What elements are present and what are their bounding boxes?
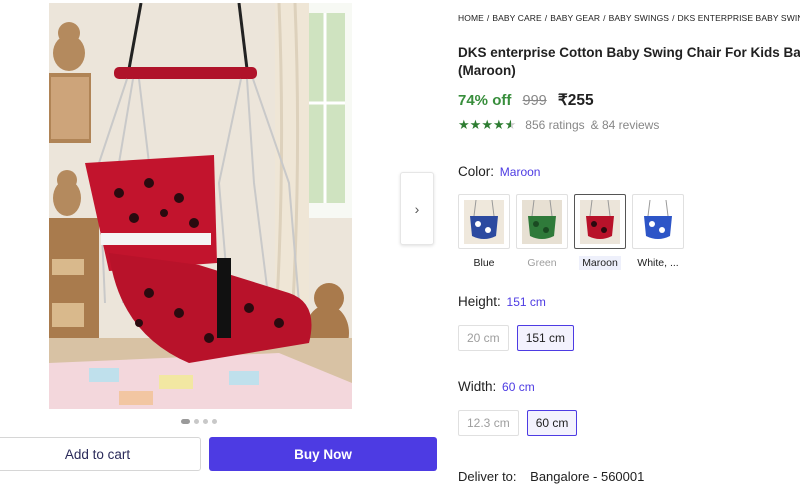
color-option-maroon[interactable]: Maroon (574, 194, 626, 270)
star-icon: ★ (469, 117, 482, 132)
breadcrumb-baby-gear[interactable]: BABY GEAR (550, 13, 600, 23)
height-label: Height: 151 cm (458, 294, 546, 309)
price-row: 74% off 999 ₹255 (458, 91, 594, 110)
breadcrumb-separator: / (486, 13, 490, 23)
width-option-selected[interactable]: 60 cm (526, 410, 578, 436)
color-label-text: Color: (458, 164, 495, 179)
product-details: HOME / BABY CARE / BABY GEAR / BABY SWINGS / DKS… (458, 0, 800, 489)
breadcrumb-separator: / (603, 13, 606, 23)
star-icon: ★ (492, 117, 505, 132)
rating-row[interactable]: ★ ★ ★ ★ ★ 856 ratings & 84 reviews (458, 118, 660, 133)
star-half-icon: ★ (504, 117, 517, 132)
color-option-label: Maroon (579, 256, 621, 270)
add-to-cart-button[interactable]: Add to cart (0, 437, 201, 471)
buy-now-button[interactable]: Buy Now (209, 437, 437, 471)
rating-stars: ★ ★ ★ ★ ★ (458, 118, 516, 132)
width-option[interactable]: 12.3 cm (458, 410, 519, 436)
selling-price: ₹255 (557, 92, 594, 109)
reviews-count: & 84 reviews (590, 118, 660, 132)
discount-percent: 74% off (458, 92, 512, 109)
height-option[interactable]: 20 cm (458, 325, 509, 351)
color-thumb (458, 194, 510, 249)
image-carousel-dots (181, 419, 217, 424)
width-label-text: Width: (458, 379, 497, 394)
color-option-label: Blue (473, 257, 495, 269)
product-main-image[interactable] (49, 3, 352, 409)
color-selected-value: Maroon (499, 165, 541, 179)
ratings-count: 856 ratings (525, 118, 585, 132)
carousel-dot[interactable] (203, 419, 208, 424)
carousel-dot[interactable] (194, 419, 199, 424)
breadcrumb-dks-swings[interactable]: DKS ENTERPRISE BABY SWINGS (678, 13, 800, 23)
delivery-row[interactable]: Deliver to: Bangalore - 560001 (458, 469, 644, 484)
color-option-label: White, ... (637, 257, 679, 269)
height-options: 20 cm 151 cm (458, 325, 575, 351)
breadcrumb-home[interactable]: HOME (458, 13, 484, 23)
chevron-right-icon: › (414, 200, 420, 217)
product-gallery: › Add to cart Buy Now (0, 0, 445, 489)
color-thumb (516, 194, 568, 249)
carousel-dot[interactable] (181, 419, 190, 424)
color-swatches: Blue Green Maroon White, ... (458, 194, 684, 270)
product-title: DKS enterprise Cotton Baby Swing Chair F… (458, 44, 800, 80)
color-label: Color: Maroon (458, 164, 540, 179)
height-label-text: Height: (458, 294, 501, 309)
delivery-location: Bangalore - 560001 (530, 469, 645, 484)
color-option-label: Green (527, 257, 557, 269)
color-option-blue[interactable]: Blue (458, 194, 510, 270)
color-option-green[interactable]: Green (516, 194, 568, 270)
original-price: 999 (522, 93, 547, 109)
breadcrumb: HOME / BABY CARE / BABY GEAR / BABY SWINGS / DKS… (458, 13, 800, 23)
width-selected-value: 60 cm (502, 380, 535, 394)
color-thumb (632, 194, 684, 249)
baby-swing-photo (49, 3, 352, 409)
breadcrumb-baby-care[interactable]: BABY CARE (492, 13, 541, 23)
star-icon: ★ (458, 117, 470, 132)
width-options: 12.3 cm 60 cm (458, 410, 578, 436)
breadcrumb-baby-swings[interactable]: BABY SWINGS (609, 13, 669, 23)
next-image-button[interactable]: › (400, 172, 434, 245)
star-icon: ★ (481, 117, 493, 132)
product-title-line-2: (Maroon) (458, 63, 516, 78)
product-title-line-1: DKS enterprise Cotton Baby Swing Chair F… (458, 45, 800, 60)
carousel-dot[interactable] (212, 419, 217, 424)
color-thumb (574, 194, 626, 249)
width-label: Width: 60 cm (458, 379, 535, 394)
breadcrumb-separator: / (672, 13, 675, 23)
deliver-to-label: Deliver to: (458, 469, 517, 484)
height-option-selected[interactable]: 151 cm (516, 325, 575, 351)
breadcrumb-separator: / (544, 13, 548, 23)
color-option-white[interactable]: White, ... (632, 194, 684, 270)
height-selected-value: 151 cm (506, 295, 546, 309)
